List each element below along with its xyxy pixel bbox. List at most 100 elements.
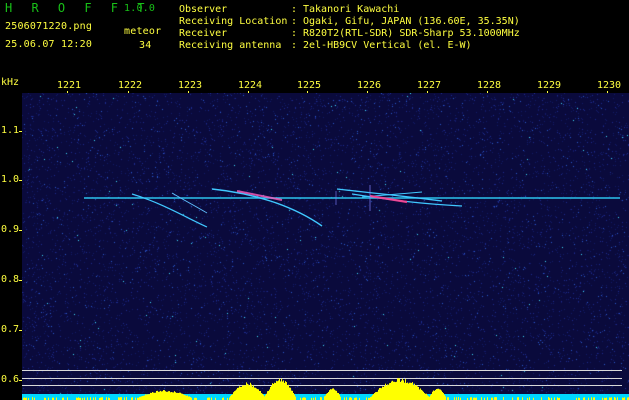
power-sample bbox=[443, 393, 444, 400]
power-sample bbox=[288, 384, 289, 400]
x-tick-label: 1224 bbox=[238, 80, 263, 91]
power-sample bbox=[142, 396, 143, 400]
power-sample bbox=[273, 383, 274, 400]
power-sample bbox=[256, 388, 257, 400]
power-sample bbox=[266, 393, 267, 400]
power-sample bbox=[233, 392, 234, 400]
power-sample bbox=[373, 394, 374, 400]
signal-power-bar bbox=[22, 378, 629, 400]
x-tick-label: 1230 bbox=[597, 80, 622, 91]
power-sample bbox=[337, 392, 338, 400]
power-sample bbox=[291, 390, 292, 400]
info-separator: : bbox=[291, 40, 298, 51]
power-sample bbox=[277, 381, 278, 400]
power-sample bbox=[336, 390, 337, 400]
power-sample bbox=[335, 390, 336, 400]
power-sample bbox=[158, 391, 159, 400]
y-tick-label: 0.8 bbox=[1, 274, 20, 285]
power-sample bbox=[412, 382, 413, 400]
meteor-trace bbox=[211, 188, 323, 227]
power-sample bbox=[431, 393, 432, 400]
power-sample bbox=[151, 392, 152, 400]
power-sample bbox=[290, 387, 291, 400]
power-sample bbox=[240, 386, 241, 400]
power-sample bbox=[420, 388, 421, 400]
power-sample bbox=[427, 395, 428, 400]
power-sample bbox=[278, 380, 279, 400]
power-sample bbox=[394, 381, 395, 400]
power-sample bbox=[430, 395, 431, 400]
power-sample bbox=[251, 384, 252, 400]
power-sample bbox=[236, 389, 237, 400]
power-sample bbox=[177, 392, 178, 400]
power-sample bbox=[176, 392, 177, 400]
x-tick-label: 1227 bbox=[417, 80, 442, 91]
power-sample bbox=[418, 386, 419, 400]
power-sample bbox=[289, 387, 290, 400]
power-sample bbox=[230, 396, 231, 400]
power-sample bbox=[239, 386, 240, 400]
x-tick-label: 1225 bbox=[297, 80, 322, 91]
power-sample bbox=[146, 394, 147, 400]
power-sample bbox=[245, 385, 246, 400]
power-sample bbox=[248, 384, 249, 400]
power-sample bbox=[242, 385, 243, 400]
power-sample bbox=[393, 381, 394, 400]
info-key: Receiving Location bbox=[179, 16, 288, 27]
power-sample bbox=[383, 386, 384, 400]
power-sample bbox=[424, 393, 425, 400]
power-sample bbox=[179, 392, 180, 400]
power-sample bbox=[325, 395, 326, 400]
power-sample bbox=[250, 382, 251, 400]
info-key: Observer bbox=[179, 4, 228, 15]
power-sample bbox=[184, 394, 185, 400]
power-sample bbox=[375, 392, 376, 400]
power-sample bbox=[392, 380, 393, 400]
power-sample bbox=[254, 387, 255, 400]
x-tick-label: 1222 bbox=[118, 80, 143, 91]
power-sample bbox=[387, 384, 388, 400]
power-sample bbox=[408, 383, 409, 400]
power-sample bbox=[432, 391, 433, 400]
power-sample bbox=[276, 381, 277, 400]
power-sample bbox=[271, 385, 272, 400]
power-sample bbox=[231, 394, 232, 400]
info-row-location: Receiving Location: Ogaki, Gifu, JAPAN (1… bbox=[179, 16, 520, 27]
power-sample bbox=[246, 382, 247, 400]
info-value: R820T2(RTL-SDR) SDR-Sharp 53.1000MHz bbox=[303, 28, 520, 39]
power-sample bbox=[440, 389, 441, 400]
power-sample bbox=[187, 395, 188, 400]
power-sample bbox=[238, 387, 239, 400]
power-sample bbox=[261, 393, 262, 400]
power-sample bbox=[170, 392, 171, 400]
x-tick-label: 1229 bbox=[537, 80, 562, 91]
power-sample bbox=[439, 389, 440, 400]
power-sample bbox=[280, 381, 281, 400]
power-sample bbox=[186, 395, 187, 400]
meteor-trace bbox=[171, 192, 208, 214]
power-sample bbox=[149, 394, 150, 400]
x-tick-label: 1221 bbox=[57, 80, 82, 91]
power-sample bbox=[326, 393, 327, 400]
power-sample bbox=[396, 381, 397, 400]
power-sample bbox=[274, 382, 275, 400]
power-sample bbox=[400, 381, 401, 400]
power-sample bbox=[333, 388, 334, 400]
power-sample bbox=[275, 382, 276, 400]
power-sample bbox=[144, 395, 145, 400]
power-sample bbox=[232, 394, 233, 400]
power-sample bbox=[180, 392, 181, 400]
power-sample bbox=[438, 388, 439, 400]
x-tick-label: 1223 bbox=[178, 80, 203, 91]
y-axis-unit: kHz bbox=[1, 77, 20, 88]
power-sample bbox=[292, 390, 293, 400]
power-sample bbox=[411, 382, 412, 400]
power-sample bbox=[172, 392, 173, 400]
power-sample bbox=[331, 389, 332, 400]
power-sample bbox=[437, 388, 438, 400]
power-sample bbox=[380, 387, 381, 400]
power-sample bbox=[324, 396, 325, 400]
info-separator: : bbox=[291, 4, 298, 15]
y-tick-label: 1.1 bbox=[1, 125, 20, 136]
power-sample bbox=[272, 383, 273, 400]
